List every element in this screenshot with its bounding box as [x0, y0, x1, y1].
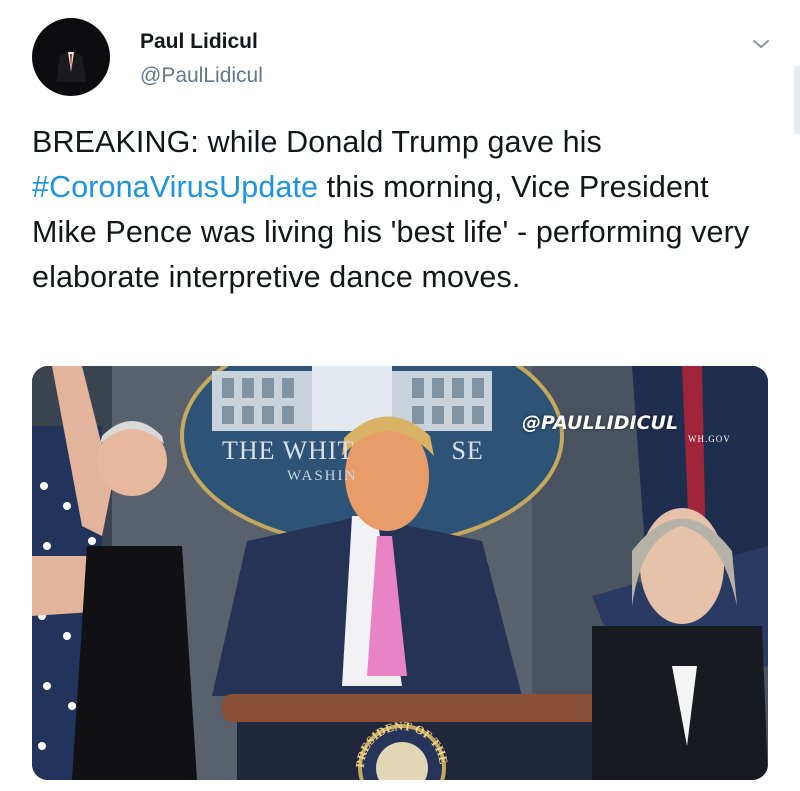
tweet-video[interactable]: THE WHIT SE WASHIN @PAULLIDICUL WH.GOV P… — [32, 366, 768, 780]
seal-text: PRESIDENT OF THE UNITED — [32, 366, 451, 768]
author-avatar[interactable] — [32, 18, 110, 96]
tweet-text-part1: BREAKING: while Donald Trump gave his — [32, 125, 602, 159]
seal-icon: PRESIDENT OF THE UNITED — [32, 366, 451, 768]
hashtag-link[interactable]: #CoronaVirusUpdate — [32, 170, 318, 204]
tweet-text: BREAKING: while Donald Trump gave his #C… — [32, 120, 772, 300]
author-name[interactable]: Paul Lidicul — [140, 30, 258, 54]
author-handle[interactable]: @PaulLidicul — [140, 64, 263, 88]
chevron-down-icon[interactable] — [750, 36, 772, 52]
scrollbar[interactable] — [794, 66, 800, 134]
avatar-suit-figure — [56, 50, 86, 82]
